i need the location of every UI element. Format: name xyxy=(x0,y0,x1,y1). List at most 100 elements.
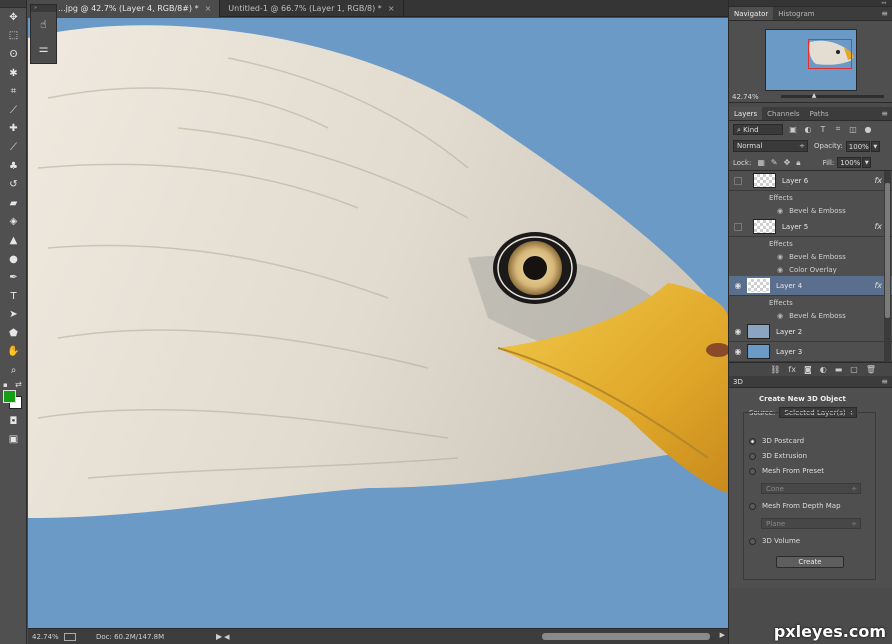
status-menu-arrow-icon[interactable]: ▶ xyxy=(216,632,222,641)
trash-icon[interactable]: 🗑︎ xyxy=(866,365,876,374)
move-icon[interactable]: ✥ xyxy=(0,8,27,27)
document-canvas[interactable] xyxy=(28,18,728,628)
tab-3d[interactable]: 3D xyxy=(733,378,743,386)
zoom-icon[interactable]: ⌕ xyxy=(0,361,27,380)
magic-wand-icon[interactable]: ✱ xyxy=(0,64,27,83)
effects-row[interactable]: Effects xyxy=(729,237,892,250)
crop-icon[interactable]: ⌗ xyxy=(0,82,27,101)
slider-knob-icon[interactable]: ▲ xyxy=(812,92,817,99)
layer-name[interactable]: Layer 2 xyxy=(776,328,802,336)
eyedropper-icon[interactable]: ⟋ xyxy=(0,101,27,120)
effects-row[interactable]: Effects xyxy=(729,191,892,204)
kind-filter[interactable]: ⌕ Kind xyxy=(733,123,783,135)
adjustment-icon[interactable]: ◐ xyxy=(820,365,827,374)
mask-icon[interactable]: ◙ xyxy=(804,365,812,374)
radio-depth-map[interactable]: Mesh From Depth Map xyxy=(749,502,841,510)
folder-icon[interactable]: ▬ xyxy=(835,365,843,374)
lock-position-icon[interactable]: ✥ xyxy=(784,158,791,168)
effect-row[interactable]: ◉ Color Overlay xyxy=(729,263,892,276)
horizontal-scrollbar[interactable] xyxy=(542,633,710,640)
layer-row[interactable]: ◉ Layer 2 xyxy=(729,322,892,342)
radio-dot[interactable] xyxy=(749,537,756,545)
visibility-toggle[interactable] xyxy=(734,222,742,231)
navigator-view-box[interactable] xyxy=(808,39,852,69)
filter-pixel-icon[interactable]: ▣ xyxy=(788,125,798,134)
swap-colors-icon[interactable]: ⇄ xyxy=(15,380,22,389)
dock-grip[interactable]: ◂◂ xyxy=(729,0,892,7)
panel-menu-icon[interactable]: ≡ xyxy=(881,9,888,18)
shape-icon[interactable]: ⬟ xyxy=(0,324,27,343)
visibility-toggle[interactable] xyxy=(734,176,742,185)
fx-icon[interactable]: fx xyxy=(874,222,882,231)
zoom-level[interactable]: 42.74% xyxy=(28,633,59,641)
eye-icon[interactable]: ◉ xyxy=(777,253,783,261)
quick-mask-icon[interactable]: ◘ xyxy=(0,412,27,431)
effects-row[interactable]: Effects xyxy=(729,296,892,309)
effect-row[interactable]: ◉ Bevel & Emboss xyxy=(729,309,892,322)
default-colors-icon[interactable]: ▪ xyxy=(3,381,8,389)
fx-icon[interactable]: fx xyxy=(874,176,882,185)
toolbar-grip[interactable] xyxy=(0,0,26,8)
navigator-zoom-value[interactable]: 42.74% xyxy=(732,93,759,101)
hand-icon[interactable]: ☝ xyxy=(31,12,56,36)
fx-icon[interactable]: fx xyxy=(788,365,796,374)
chevron-down-icon[interactable]: ▼ xyxy=(870,140,880,152)
panel-3d-header[interactable]: 3D ≡ xyxy=(729,376,892,388)
layer-row[interactable]: Layer 5 fx ▲ xyxy=(729,217,892,237)
tab-histogram[interactable]: Histogram xyxy=(773,7,819,20)
filter-smart-icon[interactable]: ◫ xyxy=(848,125,858,134)
chevron-down-icon[interactable]: ▼ xyxy=(862,157,872,168)
layer-name[interactable]: Layer 4 xyxy=(776,282,802,290)
paint-bucket-icon[interactable]: ◈ xyxy=(0,213,27,232)
dodge-icon[interactable]: ● xyxy=(0,250,27,269)
scroll-left-icon[interactable]: ◀ xyxy=(224,633,229,641)
panel-menu-icon[interactable]: ≡ xyxy=(881,109,888,118)
tab-channels[interactable]: Channels xyxy=(762,107,804,120)
type-icon[interactable]: T xyxy=(0,287,27,306)
effect-row[interactable]: ◉ Bevel & Emboss xyxy=(729,204,892,217)
eye-icon[interactable]: ◉ xyxy=(729,347,747,356)
filter-type-icon[interactable]: T xyxy=(818,125,828,134)
scroll-right-icon[interactable]: ▶ xyxy=(720,631,725,639)
radio-dot[interactable] xyxy=(749,452,756,460)
radio-dot[interactable] xyxy=(749,467,756,475)
eye-icon[interactable]: ◉ xyxy=(729,327,747,336)
lock-all-icon[interactable]: 🔒︎ xyxy=(796,158,800,168)
eye-icon[interactable]: ◉ xyxy=(777,266,783,274)
hand-icon[interactable]: ✋ xyxy=(0,343,27,362)
fx-icon[interactable]: fx xyxy=(874,281,882,290)
filter-toggle-icon[interactable]: ● xyxy=(863,125,873,134)
layer-row-selected[interactable]: ◉ Layer 4 fx ▲ xyxy=(729,276,892,296)
tab-layers[interactable]: Layers xyxy=(729,107,763,120)
filter-shape-icon[interactable]: ⌗ xyxy=(833,124,843,134)
panel-menu-icon[interactable]: ≡ xyxy=(881,376,888,388)
radio-dot[interactable] xyxy=(749,437,756,445)
navigator-zoom-slider[interactable]: ▲ xyxy=(780,92,884,99)
screen-mode-icon[interactable]: ▣ xyxy=(0,430,27,449)
tab-navigator[interactable]: Navigator xyxy=(729,7,774,20)
sliders-icon[interactable]: ⚌ xyxy=(31,36,56,60)
close-icon[interactable]: × xyxy=(388,4,395,13)
radio-dot[interactable] xyxy=(749,502,756,510)
history-brush-icon[interactable]: ↺ xyxy=(0,175,27,194)
layer-name[interactable]: Layer 3 xyxy=(776,348,802,356)
blend-mode-select[interactable]: Normal xyxy=(733,140,808,152)
lock-transparent-icon[interactable]: ▦ xyxy=(757,158,765,168)
opacity-input[interactable]: 100% xyxy=(845,140,870,152)
effect-row[interactable]: ◉ Bevel & Emboss xyxy=(729,250,892,263)
clone-stamp-icon[interactable]: ♣ xyxy=(0,157,27,176)
close-icon[interactable]: × xyxy=(205,4,212,13)
tab-document-2[interactable]: Untitled-1 @ 66.7% (Layer 1, RGB/8) * × xyxy=(220,0,404,17)
eye-icon[interactable]: ◉ xyxy=(777,207,783,215)
marquee-icon[interactable]: ⬚ xyxy=(0,27,27,46)
path-selection-icon[interactable]: ➤ xyxy=(0,306,27,325)
eye-icon[interactable]: ◉ xyxy=(777,312,783,320)
layer-row[interactable]: ◉ Layer 3 xyxy=(729,342,892,362)
brush-icon[interactable]: ⟋ xyxy=(0,138,27,157)
create-button[interactable]: Create xyxy=(776,556,844,568)
layer-name[interactable]: Layer 5 xyxy=(782,223,808,231)
new-layer-icon[interactable]: ▢ xyxy=(850,365,858,374)
radio-mesh-preset[interactable]: Mesh From Preset xyxy=(749,467,824,475)
layer-row[interactable]: Layer 6 fx ▲ xyxy=(729,171,892,191)
eraser-icon[interactable]: ▰ xyxy=(0,194,27,213)
